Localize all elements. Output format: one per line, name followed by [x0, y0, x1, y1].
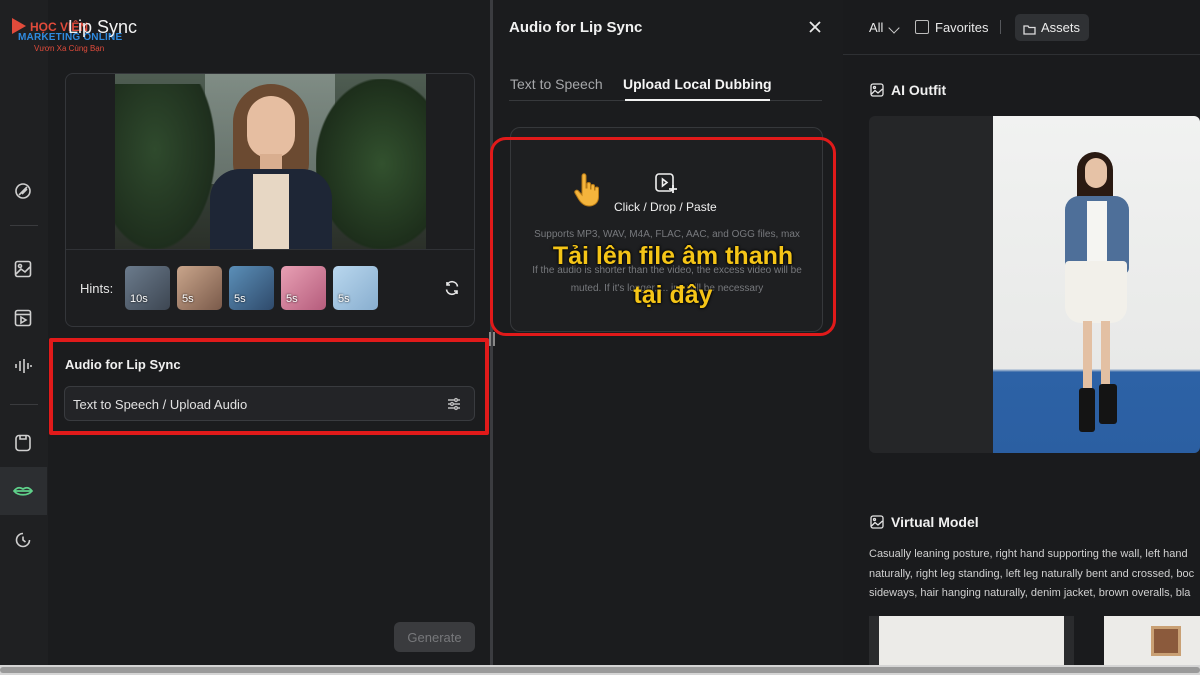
tab-upload-local-dubbing[interactable]: Upload Local Dubbing	[623, 76, 772, 92]
ai-outfit-photo	[993, 116, 1200, 453]
magic-wand-icon[interactable]	[12, 180, 34, 202]
favorites-checkbox[interactable]	[915, 20, 929, 34]
favorites-label[interactable]: Favorites	[935, 20, 988, 35]
hint-duration: 5s	[182, 293, 194, 305]
filter-dropdown[interactable]: All	[869, 20, 883, 35]
toolbar-divider	[1000, 20, 1001, 34]
toolbar-separator	[843, 54, 1200, 55]
description-line: sideways, hair hanging naturally, denim …	[869, 587, 1191, 599]
logo-text-sub: Vươn Xa Cùng Bạn	[34, 44, 105, 53]
hint-duration: 5s	[234, 293, 246, 305]
virtual-model-thumbnail[interactable]	[869, 616, 1074, 665]
avatar-icon[interactable]	[12, 432, 34, 454]
active-tab-indicator	[625, 99, 770, 101]
video-preview-card: Hints: 10s 5s 5s 5s 5s	[65, 73, 475, 327]
hints-label: Hints:	[80, 281, 114, 296]
highlight-box-drop-zone	[490, 137, 836, 336]
hint-thumbnail[interactable]: 5s	[333, 266, 378, 310]
tab-text-to-speech[interactable]: Text to Speech	[510, 76, 603, 92]
hint-thumbnail[interactable]: 10s	[125, 266, 170, 310]
nav-rail	[0, 0, 48, 665]
assets-label: Assets	[1041, 20, 1081, 35]
section-title-virtual-model: Virtual Model	[891, 514, 979, 530]
splitter-grip-icon[interactable]	[489, 332, 495, 346]
refresh-hints-button[interactable]	[442, 278, 462, 298]
video-icon[interactable]	[12, 307, 34, 329]
close-icon[interactable]	[806, 18, 824, 36]
video-preview[interactable]	[115, 74, 426, 249]
assets-button[interactable]: Assets	[1015, 14, 1089, 41]
highlight-box-audio-field	[49, 338, 489, 435]
hint-duration: 5s	[286, 293, 298, 305]
hint-duration: 5s	[338, 293, 350, 305]
folder-icon	[1023, 22, 1036, 35]
hint-thumbnail[interactable]: 5s	[177, 266, 222, 310]
image-icon[interactable]	[12, 258, 34, 280]
horizontal-scrollbar[interactable]	[0, 665, 1200, 675]
card-divider	[66, 249, 474, 250]
description-line: naturally, right leg standing, left leg …	[869, 567, 1195, 580]
rail-divider	[10, 225, 38, 226]
hint-duration: 10s	[130, 293, 148, 305]
scrollbar-thumb[interactable]	[0, 667, 1200, 673]
hint-thumbnail[interactable]: 5s	[229, 266, 274, 310]
lips-icon[interactable]	[12, 480, 34, 502]
image-icon	[870, 515, 884, 529]
hint-thumbnail[interactable]: 5s	[281, 266, 326, 310]
virtual-model-description: Casually leaning posture, right hand sup…	[869, 545, 1200, 604]
rail-divider	[10, 404, 38, 405]
section-title-ai-outfit: AI Outfit	[891, 82, 947, 98]
virtual-model-thumbnail[interactable]	[1104, 616, 1200, 665]
dialog-title: Audio for Lip Sync	[509, 19, 643, 36]
page-title: Lip Sync	[68, 17, 138, 37]
description-line: Casually leaning posture, right hand sup…	[869, 548, 1188, 560]
audio-wave-icon[interactable]	[12, 355, 34, 377]
image-icon	[870, 83, 884, 97]
generate-button[interactable]: Generate	[394, 622, 475, 652]
history-icon[interactable]	[12, 529, 34, 551]
ai-outfit-card[interactable]	[869, 116, 1200, 453]
